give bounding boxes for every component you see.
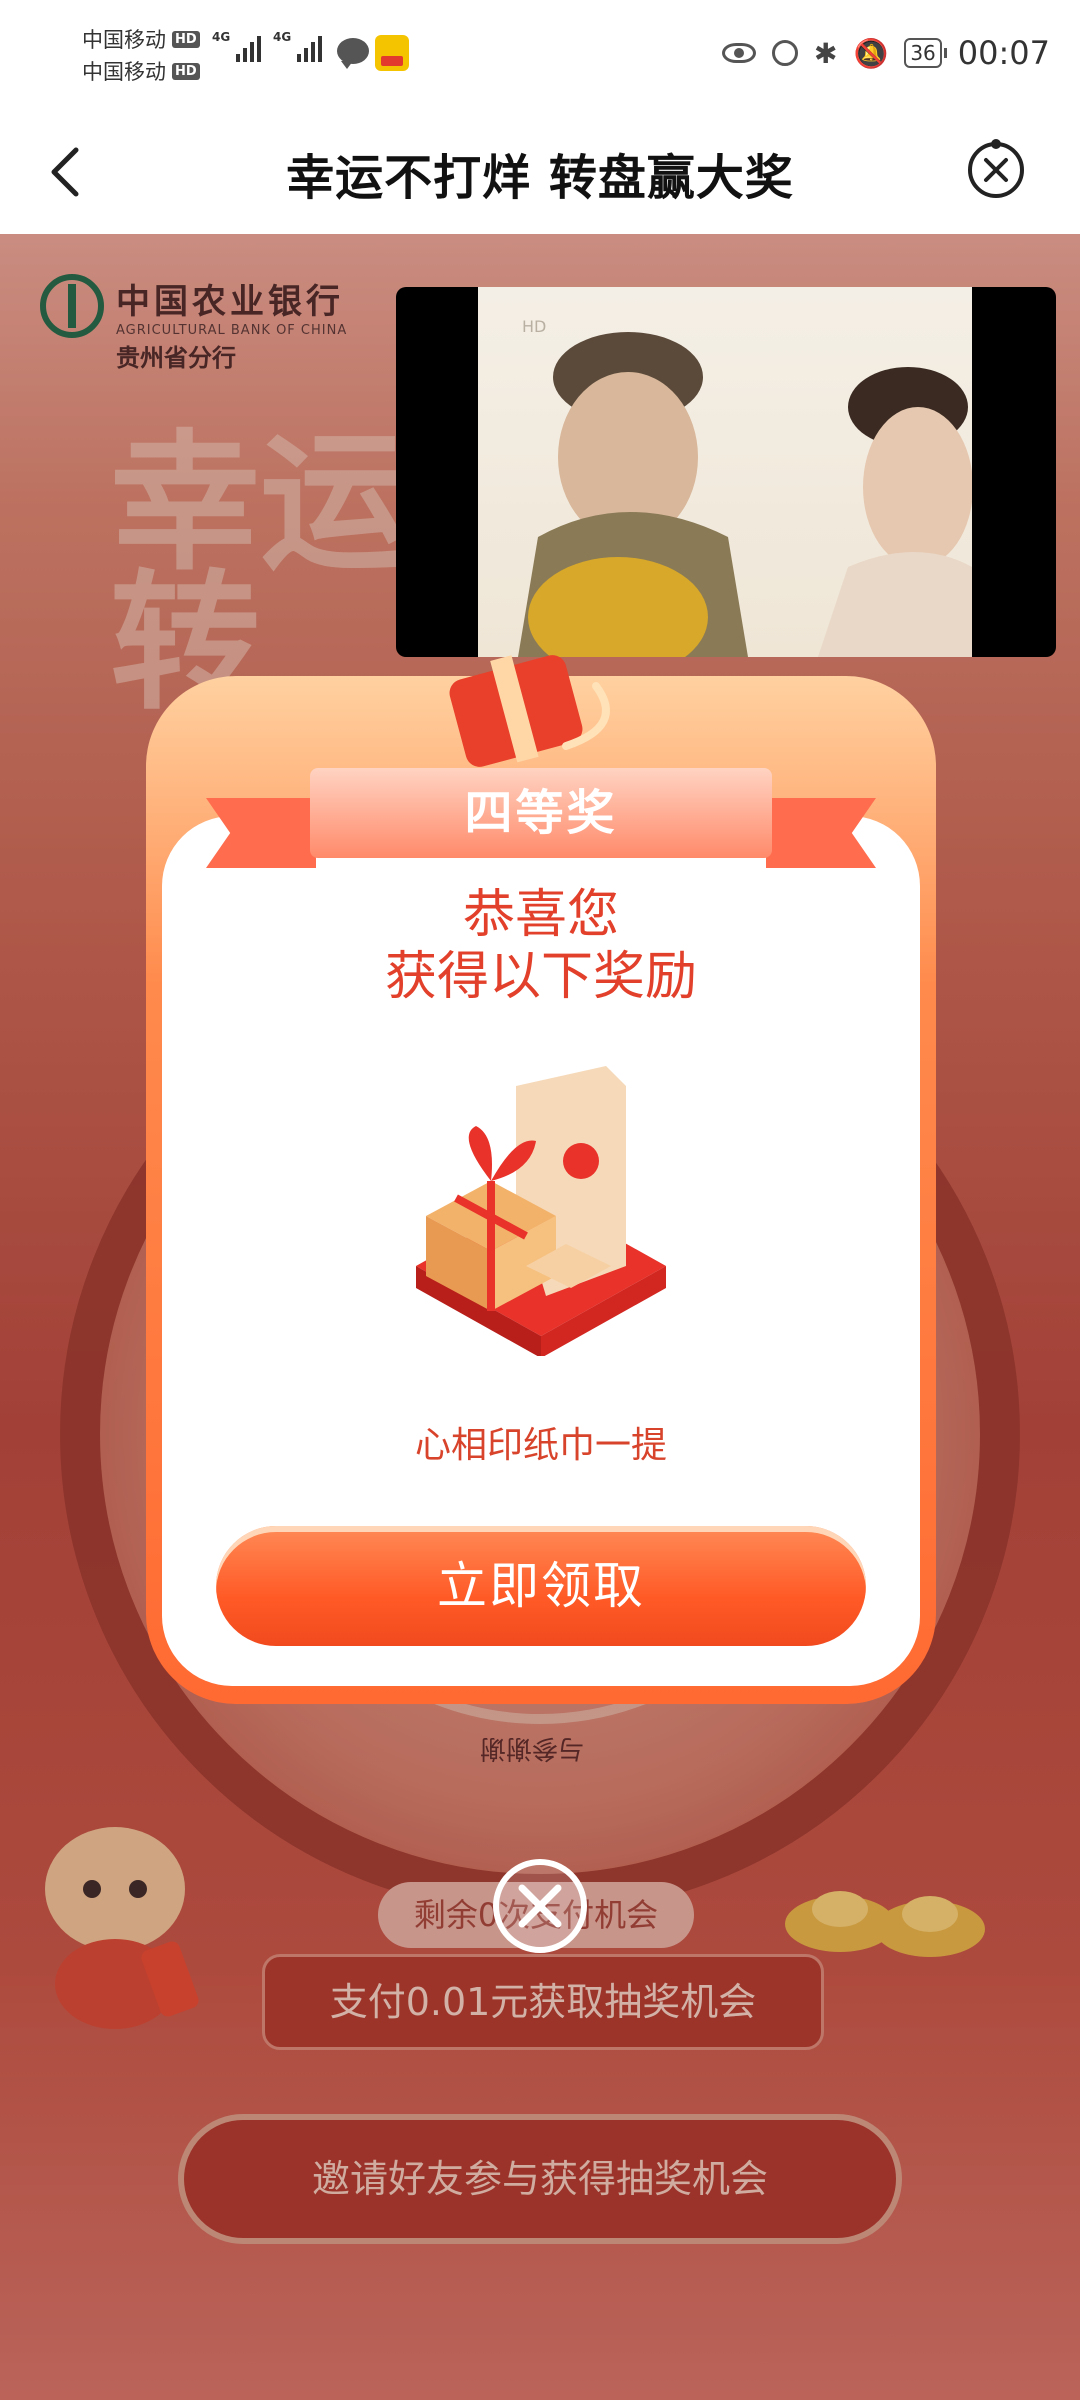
carrier-2-label: 中国移动 bbox=[82, 60, 166, 84]
system-icons: ✱ 🔕 36 00:07 bbox=[721, 28, 1050, 78]
signal-icon: 4G bbox=[273, 30, 322, 62]
gift-package-icon bbox=[416, 1066, 666, 1356]
eye-icon bbox=[721, 43, 756, 63]
signal-icon: 4G bbox=[212, 30, 261, 62]
network-type: 4G bbox=[212, 30, 231, 44]
prize-level-ribbon: 四等奖 bbox=[206, 768, 876, 876]
close-circle-icon[interactable] bbox=[490, 1856, 590, 1956]
video-scene-image bbox=[518, 332, 972, 657]
hd-badge: HD bbox=[172, 62, 200, 80]
mute-icon: 🔕 bbox=[853, 36, 889, 70]
video-hd-badge: HD bbox=[522, 317, 547, 336]
video-frame: HD bbox=[478, 287, 972, 657]
carrier-2: 中国移动 HD bbox=[82, 56, 200, 86]
carrier-1-label: 中国移动 bbox=[82, 28, 166, 52]
app-notification-icon bbox=[375, 35, 409, 71]
congrats-line-1: 恭喜您 bbox=[462, 885, 619, 945]
prize-level: 四等奖 bbox=[464, 785, 618, 841]
clock: 00:07 bbox=[957, 34, 1050, 72]
mini-program-close-icon[interactable] bbox=[964, 138, 1028, 202]
floating-video-player[interactable]: HD bbox=[396, 287, 1056, 657]
prize-modal: 四等奖 恭喜您 获得以下奖励 心相印纸巾一提 立即领取 bbox=[146, 655, 936, 1704]
nav-bar: 幸运不打烊 转盘赢大奖 bbox=[0, 110, 1080, 234]
alarm-icon bbox=[771, 40, 798, 66]
status-bar: 中国移动 HD 中国移动 HD 4G 4G ✱ 🔕 36 00:07 bbox=[0, 0, 1080, 110]
claim-prize-button[interactable]: 立即领取 bbox=[216, 1526, 866, 1646]
gift-box-icon bbox=[449, 655, 610, 767]
prize-name: 心相印纸巾一提 bbox=[414, 1425, 667, 1466]
signal-strength: 4G 4G bbox=[212, 30, 322, 62]
bluetooth-icon: ✱ bbox=[813, 36, 838, 70]
message-icon bbox=[337, 38, 369, 69]
congrats-line-2: 获得以下奖励 bbox=[384, 947, 697, 1007]
carrier-1: 中国移动 HD bbox=[82, 24, 200, 54]
page-title: 幸运不打烊 转盘赢大奖 bbox=[286, 150, 794, 206]
congrats-text: 恭喜您 获得以下奖励 bbox=[146, 884, 936, 1008]
hd-badge: HD bbox=[172, 30, 200, 48]
battery-icon: 36 bbox=[904, 38, 948, 68]
network-type: 4G bbox=[273, 30, 292, 44]
